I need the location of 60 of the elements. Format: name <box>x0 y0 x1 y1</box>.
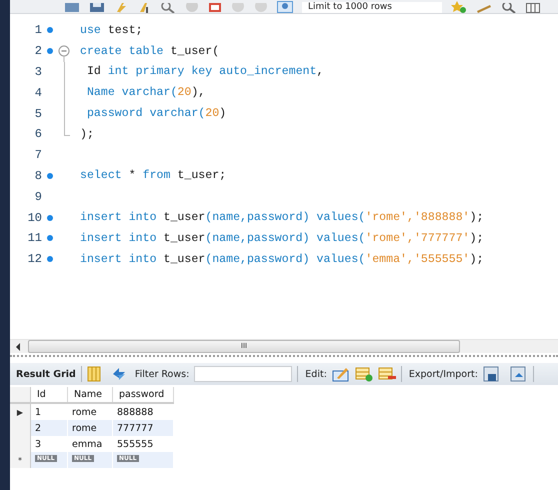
code-line: select * from t_user; <box>80 169 226 182</box>
edit-label: Edit: <box>305 368 327 380</box>
statement-dot-icon <box>47 172 53 179</box>
code-line: password varchar(20) <box>86 107 226 120</box>
edit-pencil-icon[interactable] <box>332 366 350 382</box>
filter-rows-field[interactable] <box>194 366 292 382</box>
code-line: Name varchar(20), <box>86 86 206 100</box>
line-number: 9 <box>34 190 42 204</box>
line-number: 11 <box>26 231 42 246</box>
table-cell[interactable]: rome <box>68 420 112 436</box>
export-import-label: Export/Import: <box>408 368 478 380</box>
line-number: 2 <box>34 44 42 58</box>
new-row-marker: * <box>18 456 22 464</box>
fold-end-line <box>64 124 70 136</box>
statement-dot-icon <box>47 235 53 242</box>
scroll-left-icon[interactable] <box>14 342 22 350</box>
line-number: 6 <box>34 127 42 142</box>
code-line: insert into t_user(name,password) values('rome','888888'); <box>80 211 484 224</box>
line-number: 1 <box>34 23 42 38</box>
column-header[interactable]: Id <box>30 387 68 403</box>
add-row-icon[interactable] <box>354 366 373 382</box>
line-number: 10 <box>26 210 42 225</box>
line-number: 5 <box>34 106 42 121</box>
line-number: 4 <box>34 86 42 100</box>
export-save-icon[interactable] <box>482 366 501 382</box>
code-line: insert into t_user(name,password) values('emma','555555'); <box>80 252 484 266</box>
grid-columns-icon[interactable] <box>86 366 101 382</box>
import-icon[interactable] <box>510 366 528 382</box>
lightning-icon[interactable] <box>114 3 128 13</box>
statement-dot-icon <box>47 214 53 221</box>
current-row-marker: ▶ <box>16 408 24 416</box>
star-plus-icon[interactable] <box>450 1 467 13</box>
columns-icon[interactable] <box>526 3 540 13</box>
column-header[interactable]: password <box>112 387 174 403</box>
code-line: use test; <box>80 24 143 37</box>
table-cell[interactable]: 2 <box>30 420 68 436</box>
toggle-icon[interactable] <box>208 3 222 13</box>
code-line: create table t_user( <box>80 44 220 58</box>
line-number: 3 <box>34 64 42 79</box>
code-line: insert into t_user(name,password) values('rome','777777'); <box>80 232 484 245</box>
lightning-cursor-icon[interactable] <box>137 3 151 13</box>
table-cell[interactable]: 777777 <box>112 420 174 436</box>
statement-dot-icon <box>47 256 53 262</box>
panel-icon[interactable] <box>64 3 80 13</box>
magnifier-icon[interactable] <box>160 3 176 13</box>
limit-dropdown[interactable]: Limit to 1000 rows <box>302 2 442 13</box>
save-icon[interactable] <box>89 3 105 13</box>
statement-dot-icon <box>47 27 53 34</box>
line-number: 8 <box>34 168 42 183</box>
filter-rows-label: Filter Rows: <box>134 368 190 380</box>
code-line: Id int primary key auto_increment, <box>86 65 324 78</box>
column-header[interactable]: Name <box>68 387 112 403</box>
auto-commit-icon[interactable] <box>277 1 293 13</box>
code-line: ); <box>80 128 94 141</box>
delete-row-icon[interactable] <box>378 366 396 382</box>
statement-dot-icon <box>47 48 53 54</box>
line-number: 7 <box>34 148 42 162</box>
line-number: 12 <box>26 252 42 266</box>
search-icon[interactable] <box>500 3 517 13</box>
result-grid-tab[interactable]: Result Grid <box>16 368 76 380</box>
